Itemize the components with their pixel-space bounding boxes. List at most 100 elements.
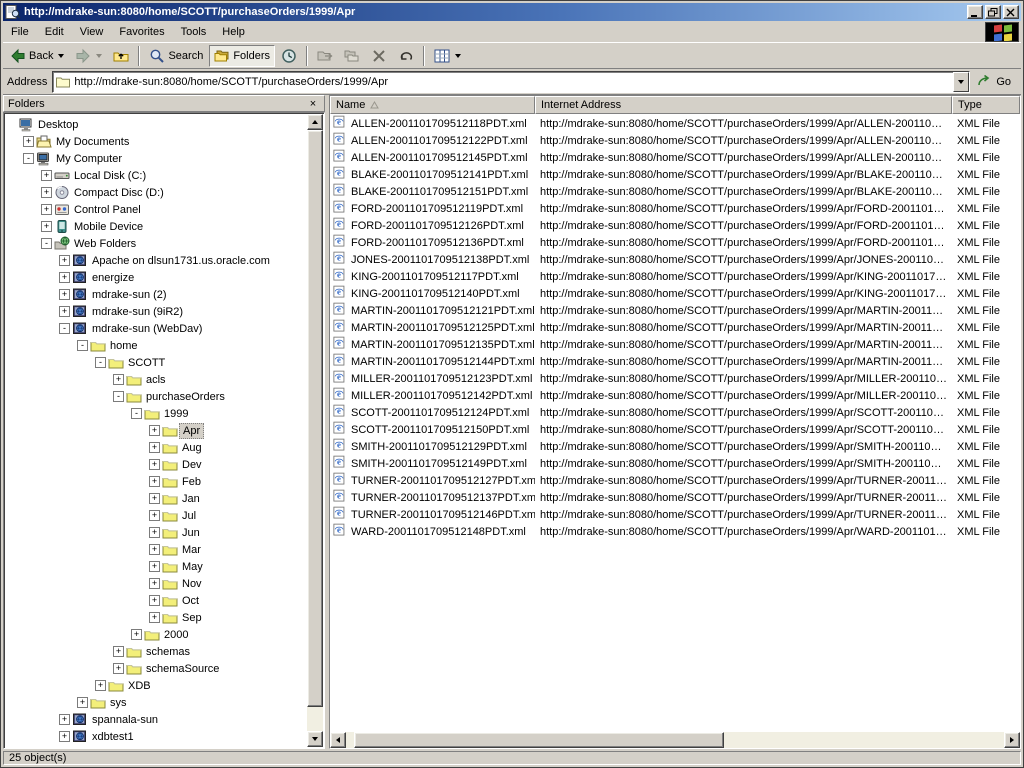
tree-item-label[interactable]: Apr	[179, 423, 204, 439]
tree-item-label[interactable]: sys	[107, 696, 130, 710]
file-name[interactable]: FORD-2001101709512136PDT.xml	[351, 237, 524, 249]
file-name-cell[interactable]: eTURNER-2001101709512137PDT.xml	[330, 489, 535, 506]
tree-item-feb[interactable]: +Feb	[5, 473, 307, 490]
tree-item-label[interactable]: mdrake-sun (2)	[89, 288, 170, 302]
tree-item-label[interactable]: My Documents	[53, 135, 132, 149]
tree-item-1999[interactable]: -1999	[5, 405, 307, 422]
expand-plus-icon[interactable]: +	[149, 493, 160, 504]
file-name[interactable]: SCOTT-2001101709512150PDT.xml	[351, 424, 529, 436]
column-header-name[interactable]: Name	[330, 96, 535, 114]
file-internet-address[interactable]: http://mdrake-sun:8080/home/SCOTT/purcha…	[535, 458, 952, 470]
expand-plus-icon[interactable]: +	[59, 255, 70, 266]
tree-item-desktop[interactable]: Desktop	[5, 116, 307, 133]
tree-item-xdb[interactable]: +XDB	[5, 677, 307, 694]
file-name-cell[interactable]: eSMITH-2001101709512129PDT.xml	[330, 438, 535, 455]
tree-item-label[interactable]: energize	[89, 271, 137, 285]
file-row[interactable]: eKING-2001101709512117PDT.xmlhttp://mdra…	[330, 268, 1020, 285]
file-name-cell[interactable]: eSCOTT-2001101709512124PDT.xml	[330, 404, 535, 421]
tree-item-label[interactable]: schemas	[143, 645, 193, 659]
file-name[interactable]: MARTIN-2001101709512135PDT.xml	[351, 339, 535, 351]
forward-button[interactable]	[70, 45, 107, 67]
tree-item-label[interactable]: 2000	[161, 628, 191, 642]
file-row[interactable]: eTURNER-2001101709512146PDT.xmlhttp://md…	[330, 506, 1020, 523]
expand-plus-icon[interactable]: +	[149, 476, 160, 487]
file-name[interactable]: ALLEN-2001101709512118PDT.xml	[351, 118, 527, 130]
title-bar[interactable]: http://mdrake-sun:8080/home/SCOTT/purcha…	[3, 3, 1021, 21]
expand-plus-icon[interactable]: +	[113, 374, 124, 385]
tree-expander[interactable]: +	[149, 544, 162, 555]
expand-plus-icon[interactable]: +	[131, 629, 142, 640]
go-button[interactable]: Go	[975, 71, 1017, 93]
file-name-cell[interactable]: eSMITH-2001101709512149PDT.xml	[330, 455, 535, 472]
tree-item-label[interactable]: mdrake-sun (9iR2)	[89, 305, 186, 319]
tree-item-purchaseorders[interactable]: -purchaseOrders	[5, 388, 307, 405]
expand-plus-icon[interactable]: +	[149, 578, 160, 589]
tree-item-label[interactable]: Sep	[179, 611, 205, 625]
file-row[interactable]: eFORD-2001101709512119PDT.xmlhttp://mdra…	[330, 200, 1020, 217]
file-internet-address[interactable]: http://mdrake-sun:8080/home/SCOTT/purcha…	[535, 237, 952, 249]
file-name-cell[interactable]: eBLAKE-2001101709512141PDT.xml	[330, 166, 535, 183]
tree-item-mdrake-sun-2[interactable]: + mdrake-sun (2)	[5, 286, 307, 303]
delete-button[interactable]	[366, 45, 392, 67]
file-row[interactable]: eKING-2001101709512140PDT.xmlhttp://mdra…	[330, 285, 1020, 302]
tree-expander[interactable]: +	[59, 306, 72, 317]
tree-item-local-disk-c[interactable]: +Local Disk (C:)	[5, 167, 307, 184]
file-name[interactable]: TURNER-2001101709512127PDT.xml	[351, 475, 535, 487]
tree-item-label[interactable]: My Computer	[53, 152, 125, 166]
expand-plus-icon[interactable]: +	[59, 289, 70, 300]
file-name-cell[interactable]: eMILLER-2001101709512142PDT.xml	[330, 387, 535, 404]
close-button[interactable]	[1003, 5, 1019, 19]
tree-item-schemas[interactable]: + schemas	[5, 643, 307, 660]
tree-expander[interactable]: +	[41, 221, 54, 232]
expand-plus-icon[interactable]: +	[59, 272, 70, 283]
file-internet-address[interactable]: http://mdrake-sun:8080/home/SCOTT/purcha…	[535, 322, 952, 334]
list-scroll-thumb[interactable]	[354, 732, 724, 748]
file-name[interactable]: FORD-2001101709512126PDT.xml	[351, 220, 524, 232]
tree-expander[interactable]: +	[149, 527, 162, 538]
tree-item-label[interactable]: spannala-sun	[89, 713, 161, 727]
expand-plus-icon[interactable]: +	[59, 714, 70, 725]
tree-item-label[interactable]: Apache on dlsun1731.us.oracle.com	[89, 254, 273, 268]
folders-button[interactable]: Folders	[209, 45, 275, 67]
tree-expander[interactable]: +	[41, 187, 54, 198]
expand-plus-icon[interactable]: +	[23, 136, 34, 147]
tree-item-xdbtest1[interactable]: +xdbtest1	[5, 728, 307, 745]
tree-item-jun[interactable]: + Jun	[5, 524, 307, 541]
tree-item-label[interactable]: purchaseOrders	[143, 390, 228, 404]
file-row[interactable]: eSMITH-2001101709512129PDT.xmlhttp://mdr…	[330, 438, 1020, 455]
tree-item-oct[interactable]: +Oct	[5, 592, 307, 609]
menu-edit[interactable]: Edit	[37, 23, 72, 41]
up-button[interactable]	[108, 45, 134, 67]
tree-item-energize[interactable]: + energize	[5, 269, 307, 286]
file-internet-address[interactable]: http://mdrake-sun:8080/home/SCOTT/purcha…	[535, 254, 952, 266]
file-row[interactable]: eWARD-2001101709512148PDT.xmlhttp://mdra…	[330, 523, 1020, 540]
file-row[interactable]: eALLEN-2001101709512122PDT.xmlhttp://mdr…	[330, 132, 1020, 149]
column-header-type[interactable]: Type	[952, 96, 1020, 114]
tree-item-label[interactable]: Jun	[179, 526, 203, 540]
tree-item-mar[interactable]: +Mar	[5, 541, 307, 558]
search-button[interactable]: Search	[144, 45, 208, 67]
column-header-internet-address[interactable]: Internet Address	[535, 96, 952, 114]
tree-item-label[interactable]: Jan	[179, 492, 203, 506]
file-row[interactable]: eSCOTT-2001101709512150PDT.xmlhttp://mdr…	[330, 421, 1020, 438]
menu-view[interactable]: View	[72, 23, 112, 41]
copy-to-button[interactable]	[339, 45, 365, 67]
expand-plus-icon[interactable]: +	[149, 459, 160, 470]
tree-item-label[interactable]: Mobile Device	[71, 220, 146, 234]
expand-plus-icon[interactable]: +	[59, 731, 70, 742]
file-name-cell[interactable]: eALLEN-2001101709512118PDT.xml	[330, 115, 535, 132]
file-name[interactable]: ALLEN-2001101709512145PDT.xml	[351, 152, 528, 164]
tree-item-sys[interactable]: +sys	[5, 694, 307, 711]
tree-expander[interactable]: +	[113, 663, 126, 674]
file-name-cell[interactable]: eJONES-2001101709512138PDT.xml	[330, 251, 535, 268]
tree-expander[interactable]: +	[41, 170, 54, 181]
expand-plus-icon[interactable]: +	[113, 646, 124, 657]
expand-plus-icon[interactable]: +	[41, 204, 52, 215]
tree-expander[interactable]: +	[113, 646, 126, 657]
tree-item-my-computer[interactable]: -My Computer	[5, 150, 307, 167]
tree-item-mobile-device[interactable]: + Mobile Device	[5, 218, 307, 235]
back-button[interactable]: Back	[5, 45, 69, 67]
tree-item-label[interactable]: SCOTT	[125, 356, 168, 370]
tree-expander[interactable]: +	[149, 561, 162, 572]
scroll-left-icon[interactable]	[330, 732, 346, 748]
